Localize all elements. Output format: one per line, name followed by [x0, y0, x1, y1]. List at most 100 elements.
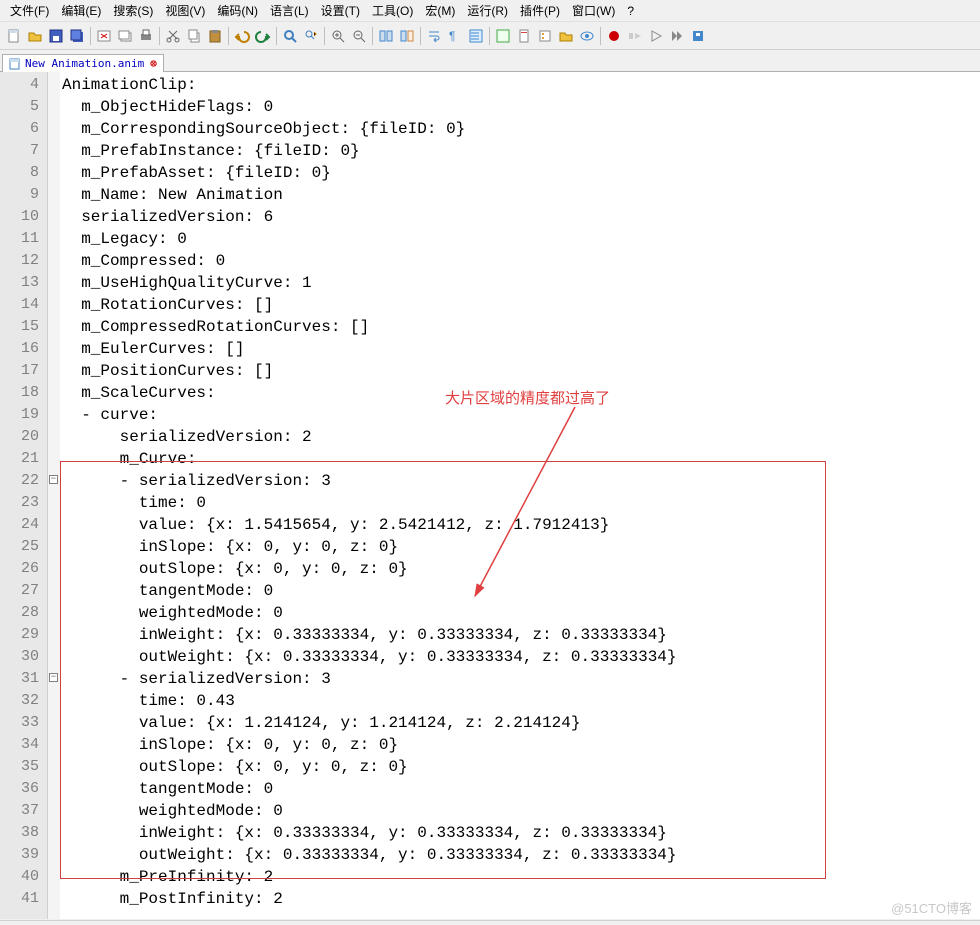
menu-help[interactable]: ?	[621, 2, 640, 20]
code-line[interactable]: m_PositionCurves: []	[62, 360, 980, 382]
cut-icon[interactable]	[163, 26, 183, 46]
menu-search[interactable]: 搜索(S)	[107, 0, 159, 21]
save-macro-icon[interactable]	[688, 26, 708, 46]
code-line[interactable]: time: 0.43	[62, 690, 980, 712]
code-line[interactable]: m_PreInfinity: 2	[62, 866, 980, 888]
code-line[interactable]: m_Name: New Animation	[62, 184, 980, 206]
line-number: 30	[0, 646, 39, 668]
code-line[interactable]: AnimationClip:	[62, 74, 980, 96]
code-line[interactable]: outWeight: {x: 0.33333334, y: 0.33333334…	[62, 844, 980, 866]
folder-icon[interactable]	[556, 26, 576, 46]
monitor-icon[interactable]	[577, 26, 597, 46]
sync-view-icon[interactable]	[376, 26, 396, 46]
line-number: 6	[0, 118, 39, 140]
code-line[interactable]: m_ObjectHideFlags: 0	[62, 96, 980, 118]
toolbar: ¶	[0, 22, 980, 50]
line-number: 14	[0, 294, 39, 316]
print-icon[interactable]	[136, 26, 156, 46]
code-line[interactable]: inSlope: {x: 0, y: 0, z: 0}	[62, 536, 980, 558]
line-number-gutter: 4567891011121314151617181920212223242526…	[0, 72, 48, 919]
menu-language[interactable]: 语言(L)	[264, 0, 315, 21]
menu-run[interactable]: 运行(R)	[461, 0, 514, 21]
code-line[interactable]: outSlope: {x: 0, y: 0, z: 0}	[62, 756, 980, 778]
all-chars-icon[interactable]: ¶	[445, 26, 465, 46]
menu-macro[interactable]: 宏(M)	[419, 0, 461, 21]
code-line[interactable]: - serializedVersion: 3	[62, 668, 980, 690]
code-line[interactable]: value: {x: 1.214124, y: 1.214124, z: 2.2…	[62, 712, 980, 734]
redo-icon[interactable]	[253, 26, 273, 46]
code-line[interactable]: m_PostInfinity: 2	[62, 888, 980, 910]
user-lang-icon[interactable]	[493, 26, 513, 46]
file-tab[interactable]: New Animation.anim ⊗	[2, 54, 164, 72]
code-line[interactable]: m_Curve:	[62, 448, 980, 470]
menu-settings[interactable]: 设置(T)	[315, 0, 366, 21]
code-editor[interactable]: 4567891011121314151617181920212223242526…	[0, 72, 980, 919]
find-icon[interactable]	[280, 26, 300, 46]
code-line[interactable]: m_UseHighQualityCurve: 1	[62, 272, 980, 294]
line-number: 17	[0, 360, 39, 382]
code-line[interactable]: inWeight: {x: 0.33333334, y: 0.33333334,…	[62, 624, 980, 646]
toolbar-separator	[90, 27, 91, 45]
word-wrap-icon[interactable]	[424, 26, 444, 46]
tab-close-icon[interactable]: ⊗	[150, 57, 157, 70]
record-icon[interactable]	[604, 26, 624, 46]
code-line[interactable]: time: 0	[62, 492, 980, 514]
sync-scroll-icon[interactable]	[397, 26, 417, 46]
close-icon[interactable]	[94, 26, 114, 46]
menu-plugins[interactable]: 插件(P)	[514, 0, 566, 21]
code-line[interactable]: weightedMode: 0	[62, 800, 980, 822]
code-line[interactable]: serializedVersion: 2	[62, 426, 980, 448]
menu-view[interactable]: 视图(V)	[159, 0, 211, 21]
file-icon	[9, 58, 21, 70]
save-all-icon[interactable]	[67, 26, 87, 46]
code-line[interactable]: m_RotationCurves: []	[62, 294, 980, 316]
copy-icon[interactable]	[184, 26, 204, 46]
close-all-icon[interactable]	[115, 26, 135, 46]
code-line[interactable]: tangentMode: 0	[62, 580, 980, 602]
line-number: 33	[0, 712, 39, 734]
code-line[interactable]: m_EulerCurves: []	[62, 338, 980, 360]
indent-guide-icon[interactable]	[466, 26, 486, 46]
line-number: 22	[0, 470, 39, 492]
code-line[interactable]: inSlope: {x: 0, y: 0, z: 0}	[62, 734, 980, 756]
code-line[interactable]: outWeight: {x: 0.33333334, y: 0.33333334…	[62, 646, 980, 668]
stop-record-icon[interactable]	[625, 26, 645, 46]
replace-icon[interactable]	[301, 26, 321, 46]
code-line[interactable]: serializedVersion: 6	[62, 206, 980, 228]
line-number: 10	[0, 206, 39, 228]
code-line[interactable]: weightedMode: 0	[62, 602, 980, 624]
code-line[interactable]: m_Compressed: 0	[62, 250, 980, 272]
playback-icon[interactable]	[646, 26, 666, 46]
code-line[interactable]: outSlope: {x: 0, y: 0, z: 0}	[62, 558, 980, 580]
code-line[interactable]: value: {x: 1.5415654, y: 2.5421412, z: 1…	[62, 514, 980, 536]
menu-edit[interactable]: 编辑(E)	[55, 0, 107, 21]
code-line[interactable]: m_CorrespondingSourceObject: {fileID: 0}	[62, 118, 980, 140]
undo-icon[interactable]	[232, 26, 252, 46]
zoom-out-icon[interactable]	[349, 26, 369, 46]
line-number: 18	[0, 382, 39, 404]
code-line[interactable]: m_PrefabAsset: {fileID: 0}	[62, 162, 980, 184]
zoom-in-icon[interactable]	[328, 26, 348, 46]
menu-file[interactable]: 文件(F)	[4, 0, 55, 21]
code-line[interactable]: m_Legacy: 0	[62, 228, 980, 250]
menu-window[interactable]: 窗口(W)	[566, 0, 621, 21]
func-list-icon[interactable]	[535, 26, 555, 46]
new-file-icon[interactable]	[4, 26, 24, 46]
code-line[interactable]: - serializedVersion: 3	[62, 470, 980, 492]
code-line[interactable]: inWeight: {x: 0.33333334, y: 0.33333334,…	[62, 822, 980, 844]
code-area[interactable]: AnimationClip: m_ObjectHideFlags: 0 m_Co…	[48, 72, 980, 919]
paste-icon[interactable]	[205, 26, 225, 46]
code-line[interactable]: tangentMode: 0	[62, 778, 980, 800]
line-number: 35	[0, 756, 39, 778]
save-icon[interactable]	[46, 26, 66, 46]
code-line[interactable]: m_CompressedRotationCurves: []	[62, 316, 980, 338]
menu-encoding[interactable]: 编码(N)	[211, 0, 264, 21]
line-number: 20	[0, 426, 39, 448]
run-multi-icon[interactable]	[667, 26, 687, 46]
open-file-icon[interactable]	[25, 26, 45, 46]
code-line[interactable]: m_PrefabInstance: {fileID: 0}	[62, 140, 980, 162]
doc-map-icon[interactable]	[514, 26, 534, 46]
watermark: @51CTO博客	[891, 898, 972, 917]
toolbar-separator	[600, 27, 601, 45]
menu-tools[interactable]: 工具(O)	[366, 0, 419, 21]
